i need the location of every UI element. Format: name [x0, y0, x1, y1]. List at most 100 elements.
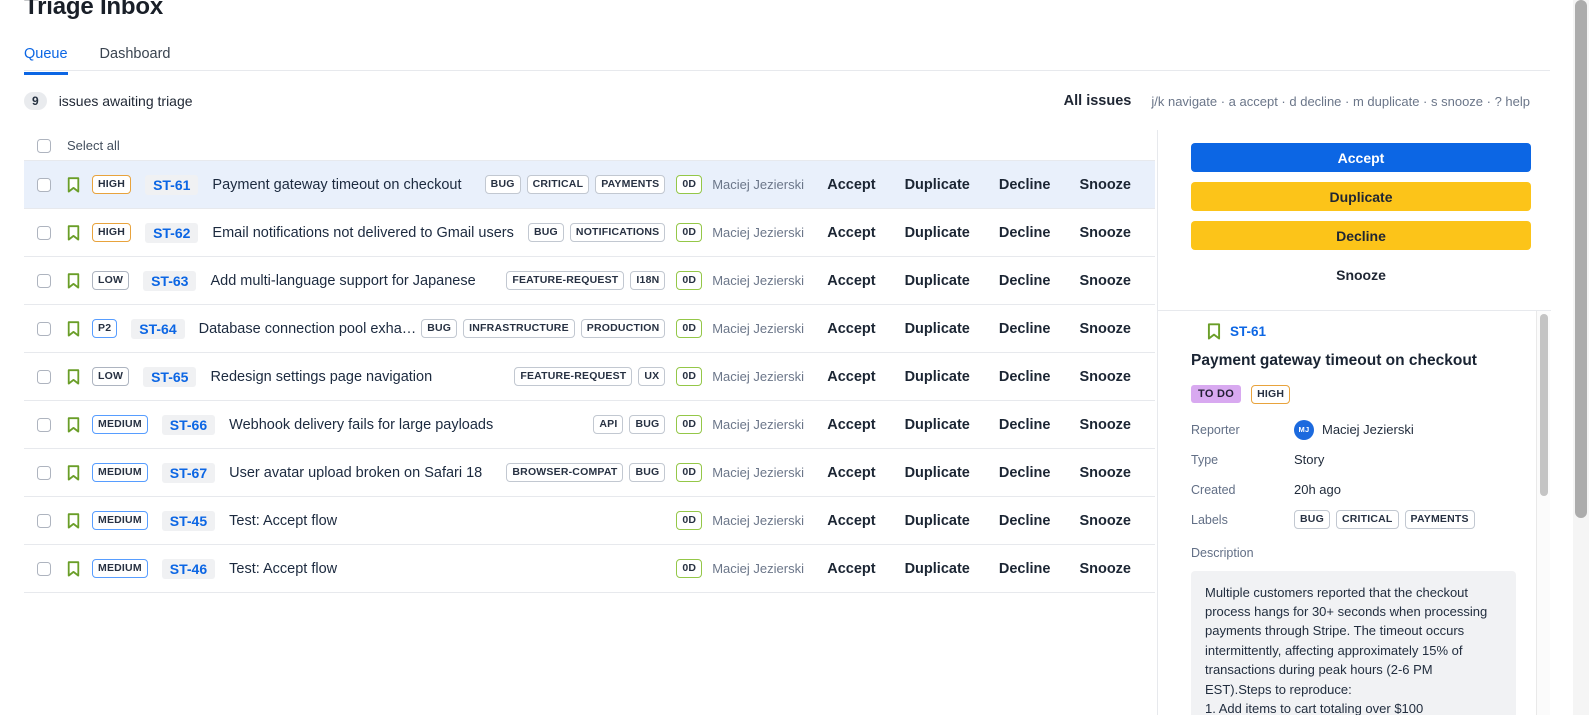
accept-action[interactable]: Accept [827, 513, 875, 529]
issue-key-link[interactable]: ST-61 [145, 174, 199, 195]
snooze-action[interactable]: Snooze [1079, 273, 1131, 289]
issue-labels: FEATURE-REQUEST I18N [506, 271, 666, 290]
duplicate-action[interactable]: Duplicate [905, 273, 970, 289]
snooze-action[interactable]: Snooze [1079, 465, 1131, 481]
snooze-action[interactable]: Snooze [1079, 369, 1131, 385]
label-badge: BUG [421, 319, 458, 338]
detail-issue-key-link[interactable]: ST-61 [1230, 324, 1266, 339]
row-checkbox[interactable] [37, 177, 51, 192]
decline-action[interactable]: Decline [999, 513, 1051, 529]
issue-row[interactable]: LOW ST-63 Add multi-language support for… [24, 257, 1155, 305]
field-label: Labels [1191, 512, 1228, 527]
issue-key-link[interactable]: ST-62 [145, 222, 199, 243]
duplicate-action[interactable]: Duplicate [905, 417, 970, 433]
snooze-action[interactable]: Snooze [1079, 225, 1131, 241]
select-all-checkbox[interactable] [37, 138, 51, 153]
row-checkbox[interactable] [37, 561, 51, 576]
bookmark-icon[interactable] [67, 368, 80, 385]
age-badge: 0D [676, 463, 703, 482]
accept-action[interactable]: Accept [827, 225, 875, 241]
label-badge: BUG [1294, 510, 1330, 529]
duplicate-action[interactable]: Duplicate [905, 465, 970, 481]
decline-panel-button[interactable]: Decline [1191, 221, 1531, 250]
snooze-action[interactable]: Snooze [1079, 513, 1131, 529]
issue-row[interactable]: MEDIUM ST-66 Webhook delivery fails for … [24, 401, 1155, 449]
decline-action[interactable]: Decline [999, 561, 1051, 577]
duplicate-action[interactable]: Duplicate [905, 513, 970, 529]
issue-detail: ST-61 Payment gateway timeout on checkou… [1191, 323, 1531, 715]
snooze-panel-button[interactable]: Snooze [1191, 260, 1531, 289]
duplicate-panel-button[interactable]: Duplicate [1191, 182, 1531, 211]
bookmark-icon[interactable] [67, 560, 80, 577]
bookmark-icon[interactable] [67, 224, 80, 241]
issue-list: Select all HIGH ST-61 Payment gateway ti… [24, 131, 1155, 593]
bookmark-icon[interactable] [67, 512, 80, 529]
decline-action[interactable]: Decline [999, 273, 1051, 289]
label-badge: PAYMENTS [1404, 510, 1475, 529]
row-checkbox[interactable] [37, 513, 51, 528]
row-checkbox[interactable] [37, 417, 51, 432]
field-label: Reporter [1191, 422, 1240, 437]
detail-scrollbar-thumb[interactable] [1540, 314, 1548, 496]
duplicate-action[interactable]: Duplicate [905, 321, 970, 337]
bookmark-icon[interactable] [67, 464, 80, 481]
reporter-name: Maciej Jezierski [712, 465, 804, 480]
accept-action[interactable]: Accept [827, 465, 875, 481]
issue-key-link[interactable]: ST-46 [161, 558, 216, 579]
issue-row[interactable]: HIGH ST-61 Payment gateway timeout on ch… [24, 161, 1155, 209]
priority-badge: MEDIUM [92, 463, 148, 482]
issue-key-link[interactable]: ST-63 [143, 270, 197, 291]
page-scrollbar-thumb[interactable] [1575, 0, 1587, 518]
row-checkbox[interactable] [37, 321, 51, 336]
bookmark-icon[interactable] [67, 320, 80, 337]
issue-key-link[interactable]: ST-45 [161, 510, 216, 531]
issue-key-link[interactable]: ST-64 [131, 318, 185, 339]
issue-row[interactable]: LOW ST-65 Redesign settings page navigat… [24, 353, 1155, 401]
accept-action[interactable]: Accept [827, 321, 875, 337]
decline-action[interactable]: Decline [999, 465, 1051, 481]
issue-key-link[interactable]: ST-65 [143, 366, 197, 387]
duplicate-action[interactable]: Duplicate [905, 369, 970, 385]
issue-key-link[interactable]: ST-66 [161, 414, 216, 435]
accept-action[interactable]: Accept [827, 273, 875, 289]
age-badge: 0D [676, 223, 703, 242]
accept-action[interactable]: Accept [827, 561, 875, 577]
row-checkbox[interactable] [37, 369, 51, 384]
row-checkbox[interactable] [37, 465, 51, 480]
duplicate-action[interactable]: Duplicate [905, 177, 970, 193]
row-checkbox[interactable] [37, 225, 51, 240]
bookmark-icon[interactable] [67, 176, 80, 193]
accept-panel-button[interactable]: Accept [1191, 143, 1531, 172]
detail-badges: TO DO HIGH [1191, 385, 1531, 404]
issue-key-link[interactable]: ST-67 [161, 462, 216, 483]
issue-row[interactable]: HIGH ST-62 Email notifications not deliv… [24, 209, 1155, 257]
bookmark-icon[interactable] [67, 272, 80, 289]
issue-row[interactable]: MEDIUM ST-46 Test: Accept flow 0D Maciej… [24, 545, 1155, 593]
toolbar: 9 issues awaiting triage All issues j/k … [24, 92, 1530, 110]
duplicate-action[interactable]: Duplicate [905, 561, 970, 577]
row-actions: Accept Duplicate Decline Snooze [827, 465, 1131, 481]
all-issues-filter[interactable]: All issues [1064, 93, 1132, 109]
snooze-action[interactable]: Snooze [1079, 561, 1131, 577]
snooze-action[interactable]: Snooze [1079, 177, 1131, 193]
bookmark-icon[interactable] [67, 416, 80, 433]
decline-action[interactable]: Decline [999, 369, 1051, 385]
row-checkbox[interactable] [37, 273, 51, 288]
snooze-action[interactable]: Snooze [1079, 417, 1131, 433]
row-actions: Accept Duplicate Decline Snooze [827, 513, 1131, 529]
issue-row[interactable]: MEDIUM ST-45 Test: Accept flow 0D Maciej… [24, 497, 1155, 545]
accept-action[interactable]: Accept [827, 177, 875, 193]
accept-action[interactable]: Accept [827, 417, 875, 433]
decline-action[interactable]: Decline [999, 321, 1051, 337]
page-title: Triage Inbox [24, 0, 163, 20]
accept-action[interactable]: Accept [827, 369, 875, 385]
snooze-action[interactable]: Snooze [1079, 321, 1131, 337]
decline-action[interactable]: Decline [999, 225, 1051, 241]
issue-row[interactable]: MEDIUM ST-67 User avatar upload broken o… [24, 449, 1155, 497]
decline-action[interactable]: Decline [999, 417, 1051, 433]
bookmark-icon[interactable] [1207, 323, 1221, 340]
decline-action[interactable]: Decline [999, 177, 1051, 193]
issue-row[interactable]: P2 ST-64 Database connection pool exhaus… [24, 305, 1155, 353]
row-actions: Accept Duplicate Decline Snooze [827, 225, 1131, 241]
duplicate-action[interactable]: Duplicate [905, 225, 970, 241]
